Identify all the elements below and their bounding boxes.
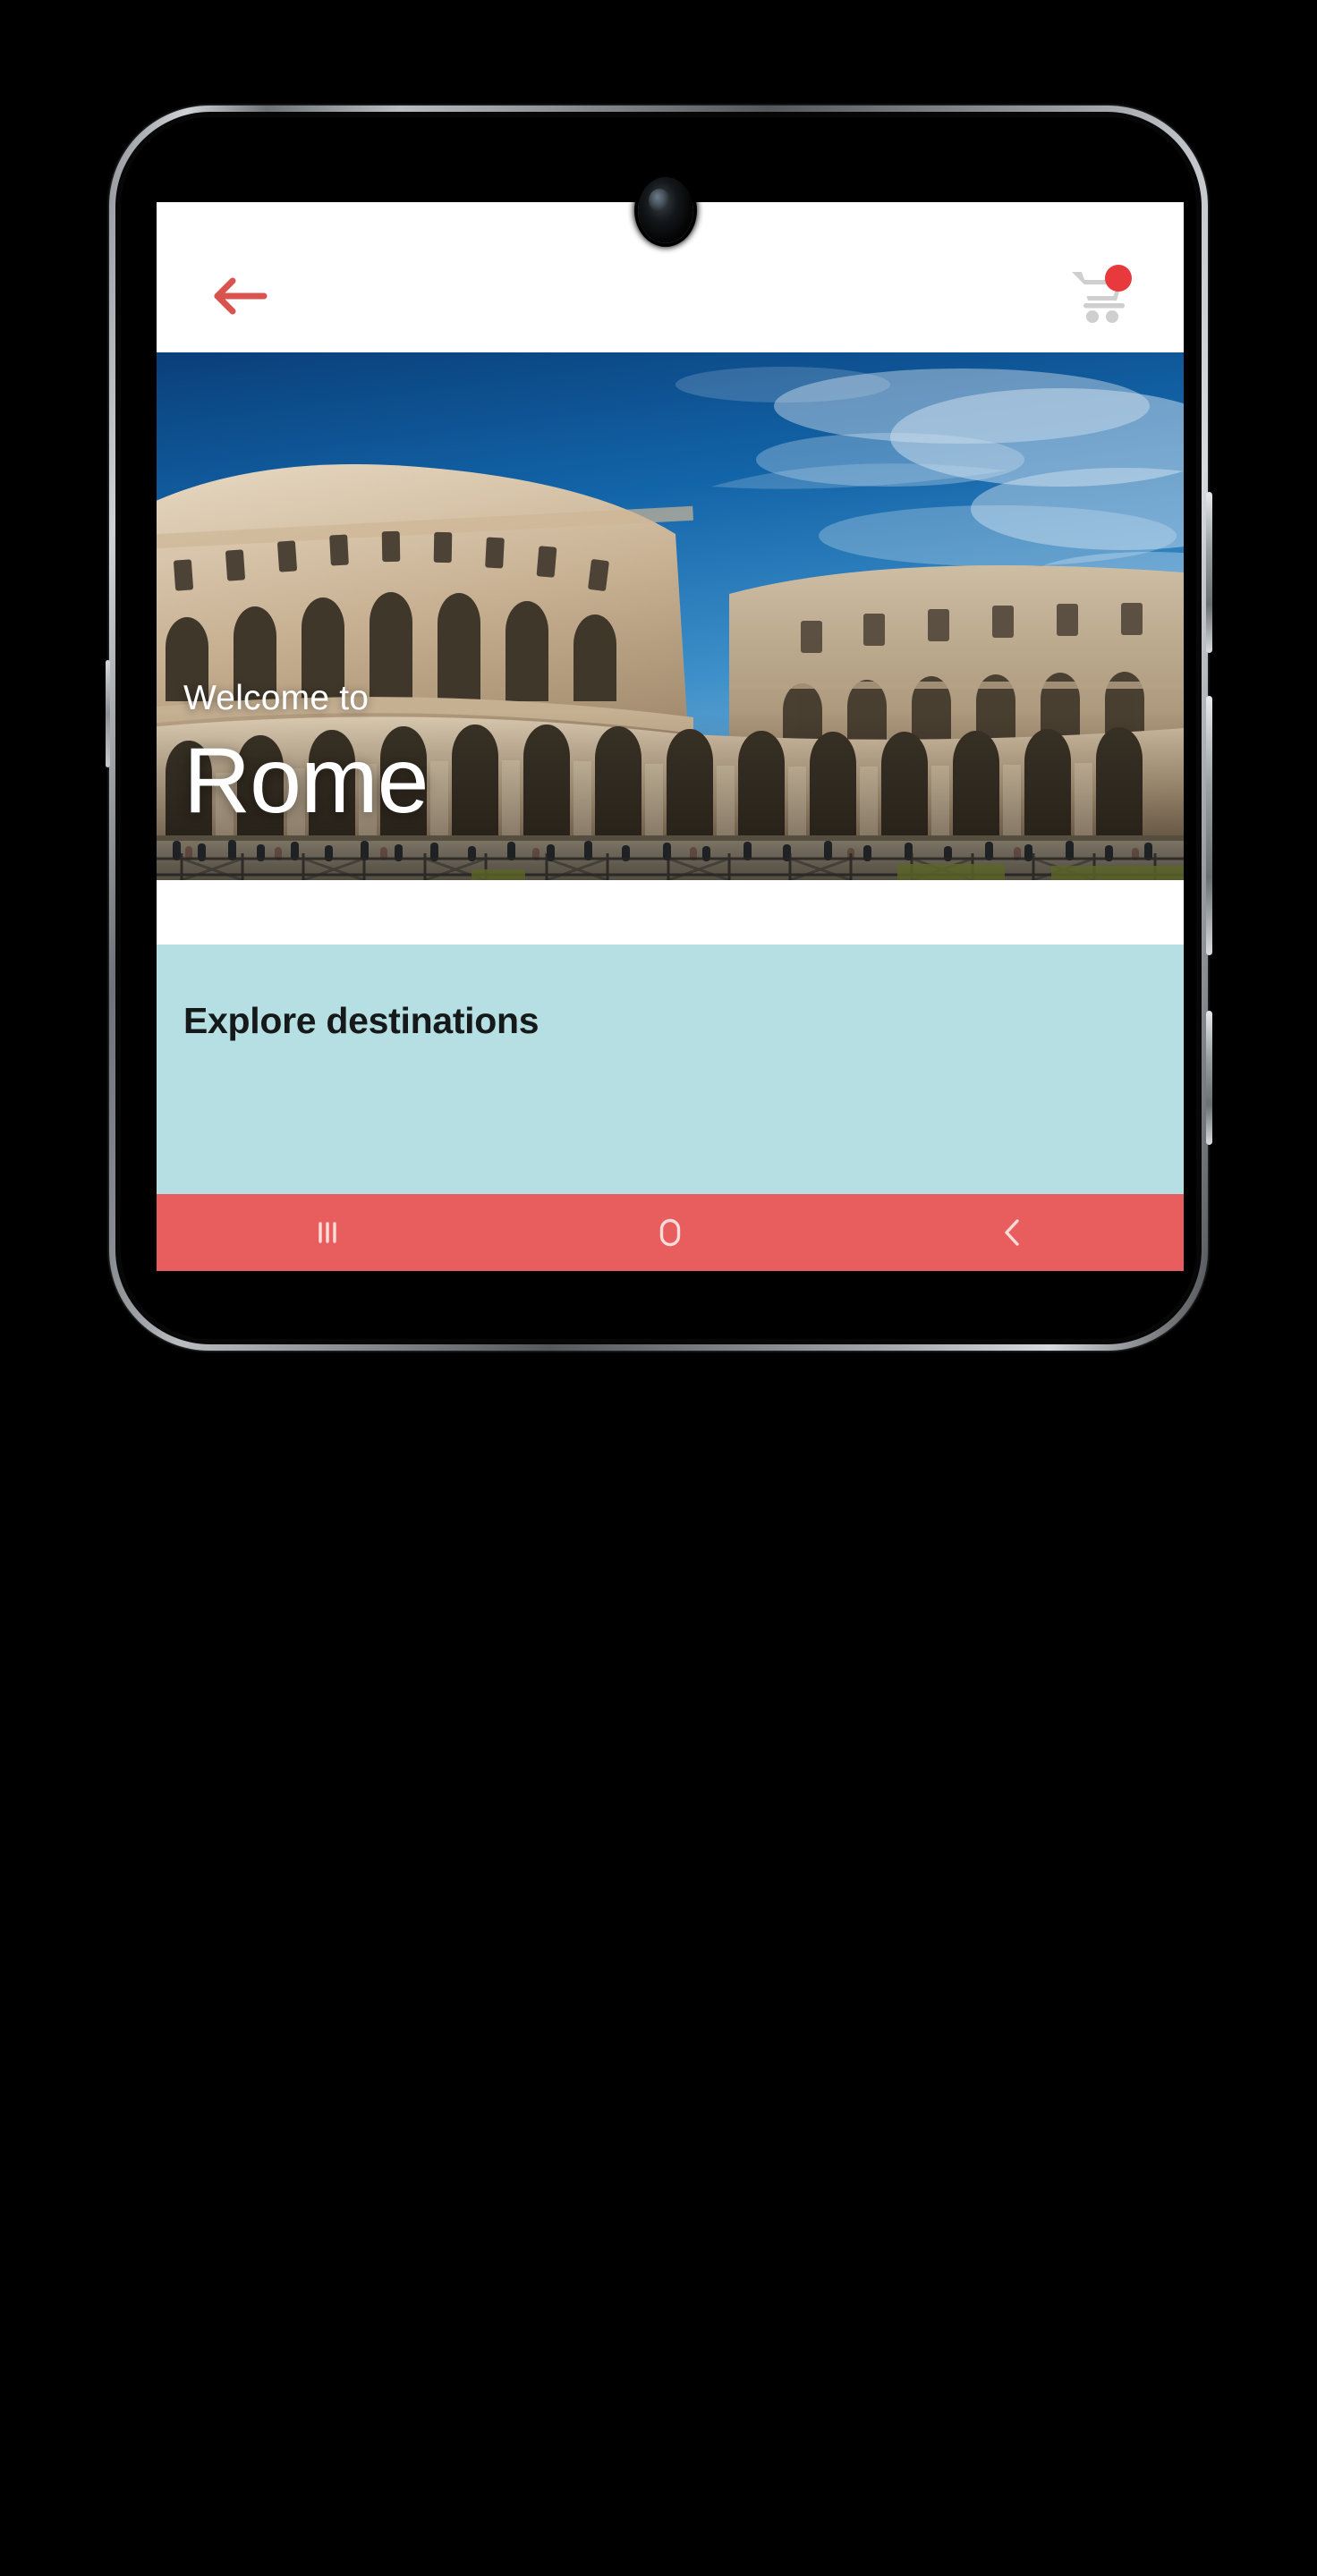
explore-section-title: Explore destinations [183, 1000, 540, 1041]
cart-notification-badge [1105, 265, 1132, 292]
screenshot-canvas: Welcome to Rome Explore destinations [0, 0, 1317, 2576]
white-spacer-upper [157, 880, 1184, 945]
device-bezel: Welcome to Rome Explore destinations [121, 117, 1196, 1339]
front-camera-punch-hole [638, 177, 693, 243]
home-button[interactable] [616, 1201, 724, 1264]
back-arrow-icon [214, 277, 268, 315]
recents-icon [319, 1222, 337, 1243]
recents-button[interactable] [274, 1201, 381, 1264]
chevron-left-icon [1004, 1219, 1019, 1246]
hero-banner: Welcome to Rome [157, 352, 1184, 880]
back-arrow-button[interactable] [210, 275, 269, 317]
side-button-power[interactable] [1206, 1011, 1212, 1145]
android-navigation-bar [157, 1194, 1184, 1271]
back-button[interactable] [959, 1201, 1066, 1264]
side-button-left[interactable] [106, 660, 110, 767]
home-icon [659, 1218, 681, 1247]
phone-screen: Welcome to Rome Explore destinations [157, 202, 1184, 1271]
shopping-cart-button[interactable] [1069, 265, 1134, 327]
hero-welcome-label: Welcome to [183, 679, 370, 718]
hero-city-title: Rome [183, 729, 429, 834]
phone-device: Welcome to Rome Explore destinations [106, 106, 1212, 1351]
hero-text-block: Welcome to Rome [157, 681, 1184, 880]
side-button-volume-down[interactable] [1206, 696, 1212, 955]
side-button-volume-up[interactable] [1206, 492, 1212, 653]
